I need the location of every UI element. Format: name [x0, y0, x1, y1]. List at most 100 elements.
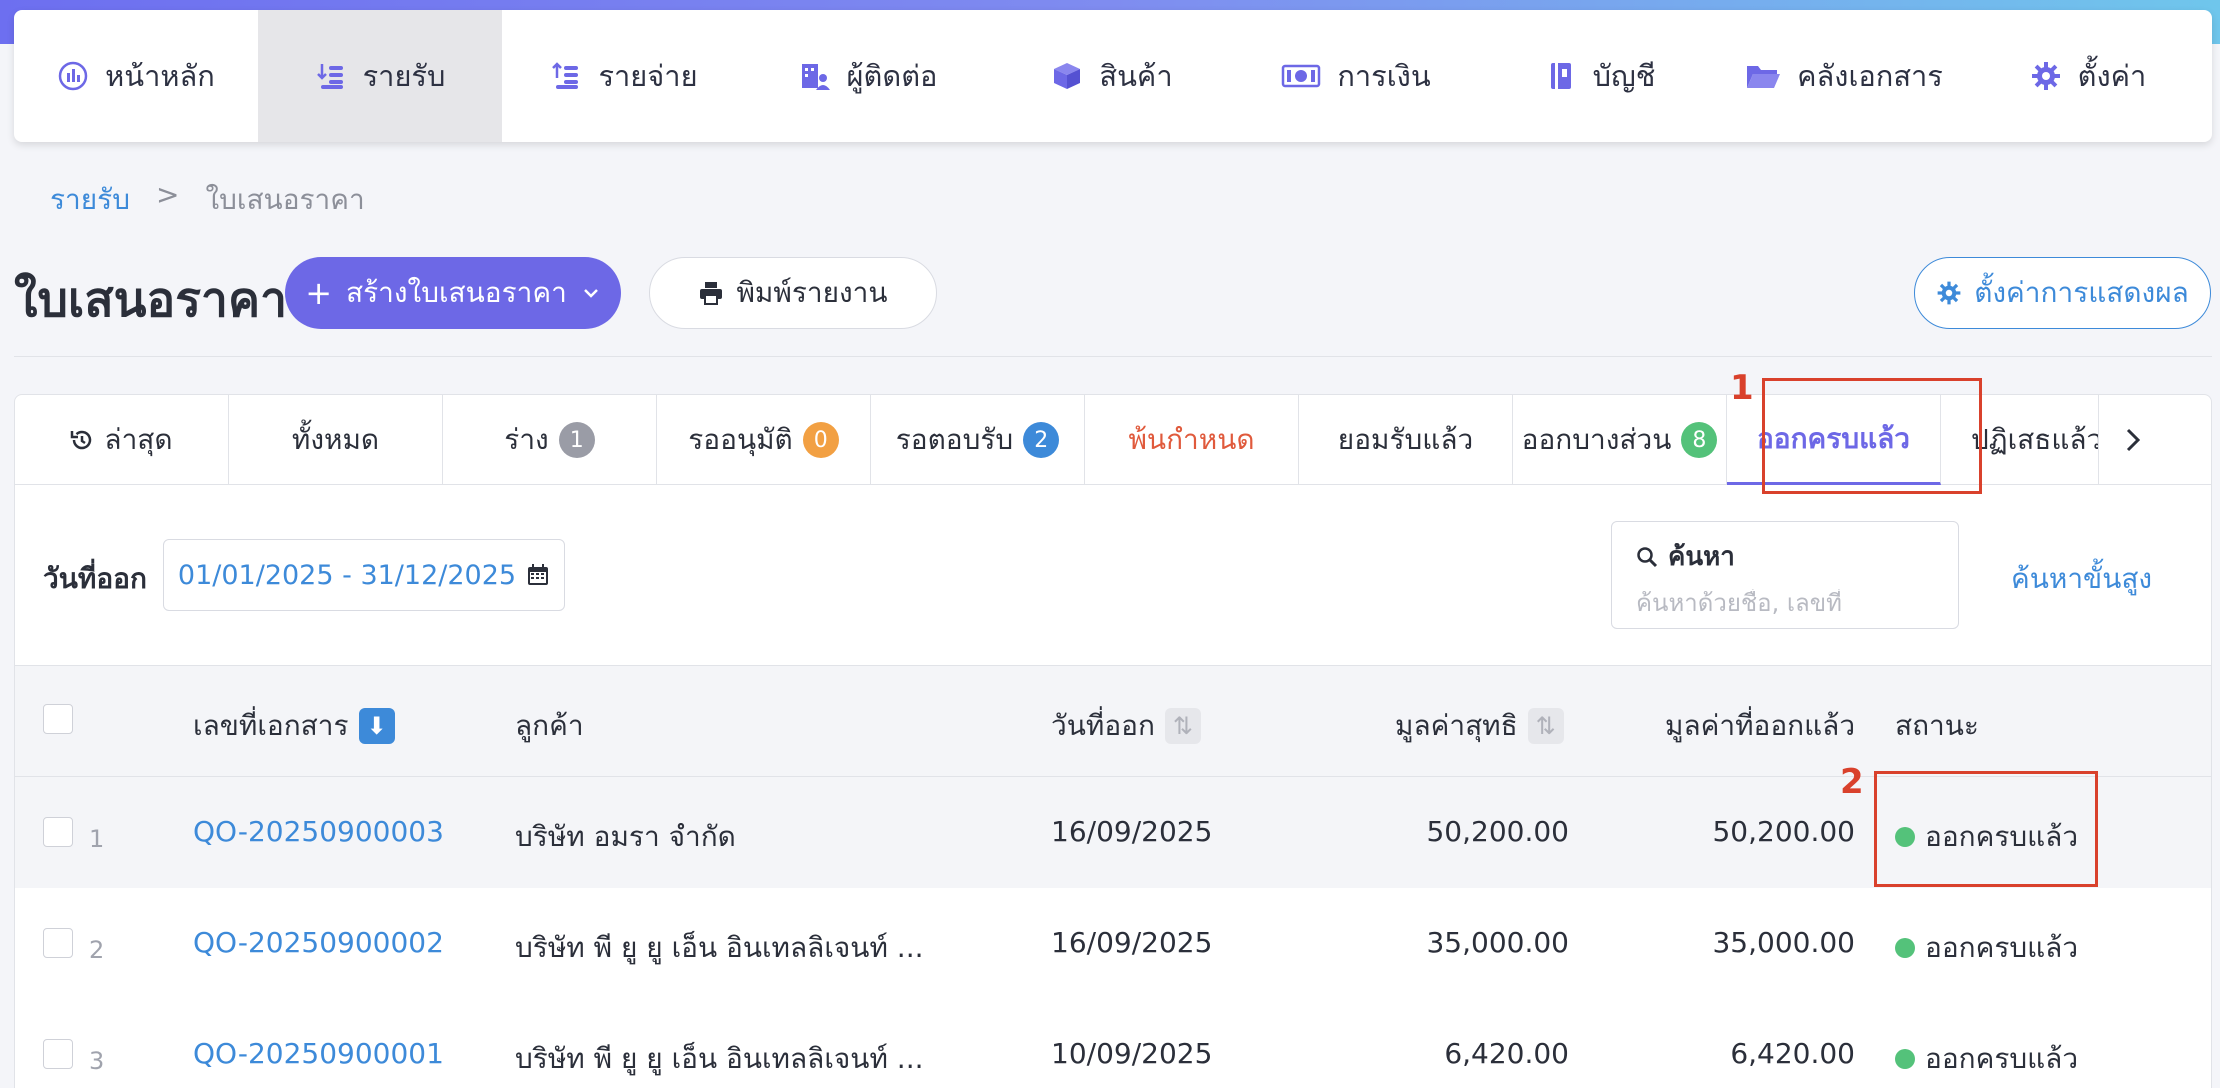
- chevron-right-icon: [2126, 428, 2141, 451]
- issue-date: 16/09/2025: [1051, 815, 1213, 848]
- display-settings-button[interactable]: ตั้งค่าการแสดงผล: [1914, 257, 2211, 329]
- printer-icon: [700, 282, 723, 305]
- nav-item-home[interactable]: หน้าหลัก: [14, 10, 258, 142]
- date-range-picker[interactable]: 01/01/2025 - 31/12/2025: [163, 539, 565, 611]
- date-filter-label: วันที่ออก: [43, 562, 147, 595]
- tab-label: ล่าสุด: [104, 423, 173, 456]
- search-box[interactable]: ค้นหา: [1611, 521, 1959, 629]
- nav-item-settings[interactable]: ตั้งค่า: [1966, 10, 2210, 142]
- tab-label: ยอมรับแล้ว: [1337, 423, 1474, 456]
- breadcrumb-current: ใบเสนอราคา: [205, 183, 365, 216]
- create-quotation-button[interactable]: + สร้างใบเสนอราคา: [285, 257, 621, 329]
- issued-value: 35,000.00: [1712, 926, 1855, 959]
- row-checkbox[interactable]: [43, 817, 73, 847]
- search-title-label: ค้นหา: [1668, 542, 1735, 572]
- ledger-icon: [1550, 63, 1571, 89]
- create-quotation-label: สร้างใบเสนอราคา: [346, 276, 567, 309]
- customer-name: บริษัท พี ยู ยู เอ็น อินเทลลิเจนท์ ...: [515, 931, 924, 964]
- tabs-scroll-right-button[interactable]: [2099, 395, 2167, 484]
- tab-pending-approval[interactable]: รออนุมัติ 0: [657, 395, 871, 485]
- annotation-box-tab: [1762, 378, 1982, 494]
- tab-label: ออกบางส่วน: [1521, 423, 1672, 456]
- doc-number-link[interactable]: QO-20250900002: [193, 926, 444, 959]
- sort-icon[interactable]: ⇅: [1164, 708, 1201, 744]
- tab-overdue[interactable]: พ้นกำหนด: [1085, 395, 1299, 485]
- customer-name: บริษัท พี ยู ยู เอ็น อินเทลลิเจนท์ ...: [515, 1042, 924, 1075]
- tab-accepted[interactable]: ยอมรับแล้ว: [1299, 395, 1513, 485]
- tab-partially-issued[interactable]: ออกบางส่วน 8: [1513, 395, 1727, 485]
- annotation-number-2: 2: [1840, 762, 1864, 802]
- nav-item-finance[interactable]: การเงิน: [1234, 10, 1478, 142]
- filter-bar: วันที่ออก 01/01/2025 - 31/12/2025 ค้นหา …: [15, 485, 2211, 665]
- nav-label: คลังเอกสาร: [1797, 59, 1943, 93]
- tab-awaiting-response[interactable]: รอตอบรับ 2: [871, 395, 1085, 485]
- column-label: สถานะ: [1895, 709, 1979, 742]
- row-number: 2: [89, 936, 105, 964]
- page-title: ใบเสนอราคา: [14, 272, 288, 328]
- column-issued-value: มูลค่าที่ออกแล้ว: [1665, 704, 1855, 748]
- nav-label: รายจ่าย: [598, 59, 698, 93]
- select-all-checkbox[interactable]: [43, 704, 73, 734]
- nav-item-documents[interactable]: คลังเอกสาร: [1722, 10, 1966, 142]
- advanced-search-link[interactable]: ค้นหาขั้นสูง: [2011, 557, 2152, 601]
- search-icon: [1637, 546, 1658, 567]
- gear-icon: [2031, 62, 2060, 90]
- nav-item-products[interactable]: สินค้า: [990, 10, 1234, 142]
- count-badge: 0: [802, 422, 839, 458]
- nav-item-accounting[interactable]: บัญชี: [1478, 10, 1722, 142]
- status-dot-icon: [1895, 1049, 1915, 1069]
- tab-label: ทั้งหมด: [291, 423, 380, 456]
- column-net-value[interactable]: มูลค่าสุทธิ ⇅: [1395, 704, 1564, 748]
- tab-latest[interactable]: ล่าสุด: [15, 395, 229, 485]
- customer-name: บริษัท อมรา จำกัด: [515, 820, 736, 853]
- tab-label: พ้นกำหนด: [1128, 423, 1255, 456]
- issue-date: 16/09/2025: [1051, 926, 1213, 959]
- nav-label: การเงิน: [1337, 59, 1431, 93]
- search-input[interactable]: [1636, 589, 1934, 617]
- breadcrumb-parent-link[interactable]: รายรับ: [50, 178, 130, 222]
- column-label: วันที่ออก: [1051, 709, 1155, 742]
- nav-item-contacts[interactable]: ผู้ติดต่อ: [746, 10, 990, 142]
- sort-icon[interactable]: ⇅: [1527, 708, 1564, 744]
- tab-label: รอตอบรับ: [895, 423, 1014, 456]
- print-report-button[interactable]: พิมพ์รายงาน: [649, 257, 937, 329]
- history-icon: [71, 430, 92, 450]
- table-row[interactable]: 3 QO-20250900001 บริษัท พี ยู ยู เอ็น อิ…: [15, 999, 2211, 1088]
- quotation-list-card: ล่าสุด ทั้งหมด ร่าง 1 รออนุมัติ 0 รอตอบร…: [14, 394, 2212, 1088]
- nav-label: รายรับ: [362, 59, 446, 93]
- gear-icon: [1937, 281, 1961, 305]
- annotation-box-status: [1874, 771, 2098, 887]
- doc-number-link[interactable]: QO-20250900001: [193, 1037, 444, 1070]
- net-value: 6,420.00: [1444, 1037, 1569, 1070]
- nav-label: หน้าหลัก: [105, 59, 215, 93]
- tab-all[interactable]: ทั้งหมด: [229, 395, 443, 485]
- tab-label: ร่าง: [504, 423, 549, 456]
- column-label: ลูกค้า: [515, 709, 584, 742]
- sort-desc-icon[interactable]: ⬇: [358, 708, 395, 744]
- calendar-icon: [528, 564, 549, 585]
- table-header: เลขที่เอกสาร ⬇ ลูกค้า วันที่ออก ⇅ มูลค่า…: [15, 665, 2211, 777]
- annotation-number-1: 1: [1730, 368, 1754, 408]
- nav-item-income[interactable]: รายรับ: [258, 10, 502, 142]
- count-badge: 8: [1681, 422, 1718, 458]
- breadcrumb: รายรับ > ใบเสนอราคา: [50, 178, 365, 222]
- column-issue-date[interactable]: วันที่ออก ⇅: [1051, 704, 1201, 748]
- column-customer: ลูกค้า: [515, 704, 584, 748]
- nav-item-expense[interactable]: รายจ่าย: [502, 10, 746, 142]
- row-checkbox[interactable]: [43, 1039, 73, 1069]
- coins-up-icon: [552, 62, 579, 89]
- row-number: 3: [89, 1047, 105, 1075]
- tab-draft[interactable]: ร่าง 1: [443, 395, 657, 485]
- date-range-value: 01/01/2025 - 31/12/2025: [177, 559, 517, 591]
- doc-number-link[interactable]: QO-20250900003: [193, 815, 444, 848]
- column-doc-no[interactable]: เลขที่เอกสาร ⬇: [193, 704, 395, 748]
- status-dot-icon: [1895, 938, 1915, 958]
- row-checkbox[interactable]: [43, 928, 73, 958]
- tab-label: ปฏิเสธแล้ว: [1971, 423, 2099, 456]
- header-divider: [14, 356, 2212, 357]
- chart-icon: [58, 61, 88, 91]
- tab-label: รออนุมัติ: [688, 423, 793, 456]
- table-row[interactable]: 2 QO-20250900002 บริษัท พี ยู ยู เอ็น อิ…: [15, 888, 2211, 999]
- status-label: ออกครบแล้ว: [1925, 931, 2079, 964]
- column-status: สถานะ: [1895, 704, 1979, 748]
